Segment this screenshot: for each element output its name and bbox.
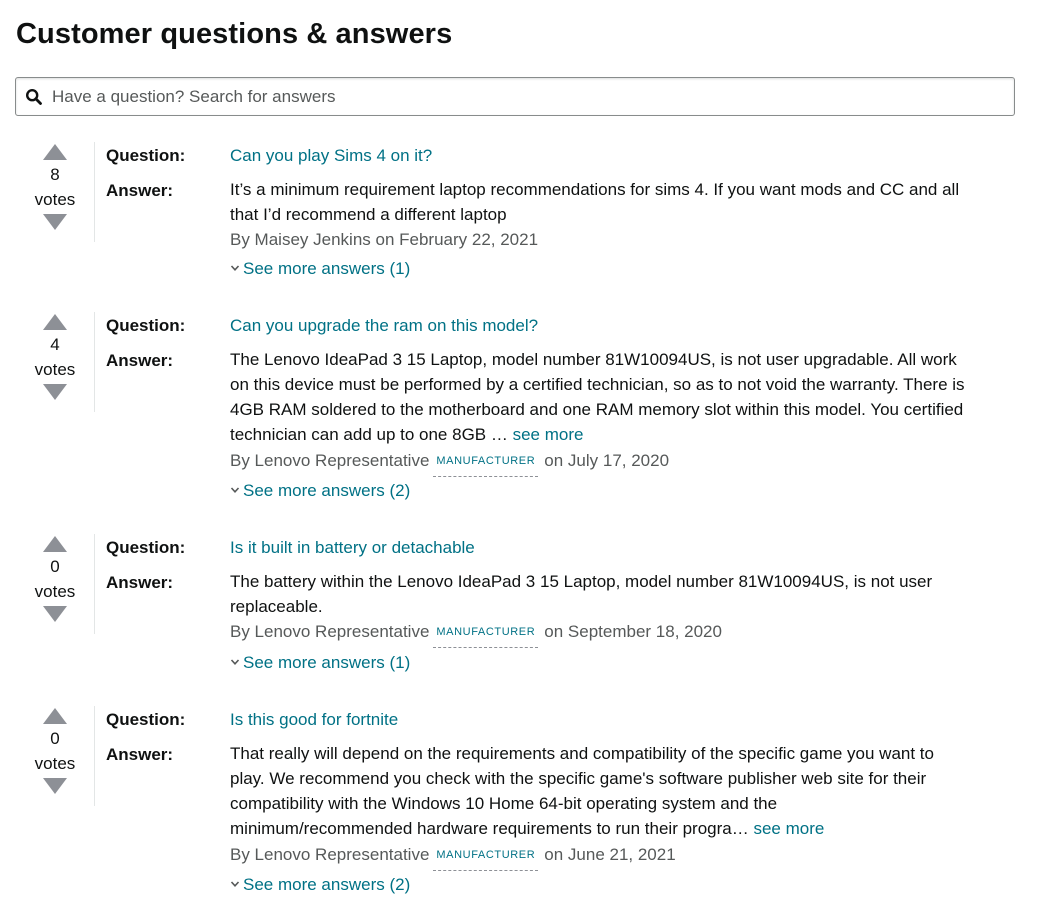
answer-label: Answer: xyxy=(106,573,174,592)
answer-line: compatibility with the Windows 10 Home 6… xyxy=(230,794,778,813)
answer-line: play. We recommend you check with the sp… xyxy=(230,769,927,788)
answer-line: replaceable. xyxy=(230,597,323,616)
question-label: Question: xyxy=(106,538,186,557)
upvote-arrow-icon[interactable] xyxy=(41,534,69,554)
question-link[interactable]: Is this good for fortnite xyxy=(230,710,398,730)
answer-byline: By Maisey Jenkins on February 22, 2021 xyxy=(230,227,538,252)
vote-count: 0 xyxy=(50,729,60,748)
answer-text: It’s a minimum requirement laptop recomm… xyxy=(230,177,1015,227)
see-more-answers-link[interactable]: See more answers (2) xyxy=(230,875,410,895)
chevron-down-icon xyxy=(230,881,240,887)
author-name: By Lenovo Representative xyxy=(230,451,430,470)
see-more-answers-label: See more answers (1) xyxy=(243,653,411,672)
vote-count: 0 xyxy=(50,557,60,576)
answer-line-last: minimum/recommended hardware requirement… xyxy=(230,816,1015,841)
answer-date: on June 21, 2021 xyxy=(544,845,676,864)
see-more-link[interactable]: see more xyxy=(513,425,584,444)
divider xyxy=(94,142,95,242)
question-label: Question: xyxy=(106,316,186,335)
answer-label: Answer: xyxy=(106,181,174,200)
votes-label: votes xyxy=(34,190,76,209)
see-more-answers-label: See more answers (2) xyxy=(243,875,411,894)
question-link[interactable]: Is it built in battery or detachable xyxy=(230,538,475,558)
answer-line: The battery within the Lenovo IdeaPad 3 … xyxy=(230,572,933,591)
votes-label: votes xyxy=(34,360,76,379)
upvote-arrow-icon[interactable] xyxy=(41,706,69,726)
manufacturer-badge[interactable]: MANUFACTURER xyxy=(433,449,539,477)
answer-line: technician can add up to one 8GB … xyxy=(230,425,508,444)
downvote-arrow-icon[interactable] xyxy=(41,776,69,796)
vote-widget: 4 votes xyxy=(30,312,80,402)
answer-byline: By Lenovo Representative MANUFACTURER on J… xyxy=(230,842,676,871)
answer-line: The Lenovo IdeaPad 3 15 Laptop, model nu… xyxy=(230,350,957,369)
answer-line: on this device must be performed by a ce… xyxy=(230,375,965,394)
chevron-down-icon xyxy=(230,659,240,665)
answer-label: Answer: xyxy=(106,745,174,764)
answer-text: The battery within the Lenovo IdeaPad 3 … xyxy=(230,569,1015,619)
manufacturer-badge[interactable]: MANUFACTURER xyxy=(433,620,539,648)
answer-line: 4GB RAM soldered to the motherboard and … xyxy=(230,400,964,419)
question-label: Question: xyxy=(106,146,186,165)
question-link[interactable]: Can you play Sims 4 on it? xyxy=(230,146,432,166)
downvote-arrow-icon[interactable] xyxy=(41,212,69,232)
question-link[interactable]: Can you upgrade the ram on this model? xyxy=(230,316,538,336)
see-more-link[interactable]: see more xyxy=(753,819,824,838)
author-and-date: By Maisey Jenkins on February 22, 2021 xyxy=(230,230,539,249)
search-box[interactable] xyxy=(15,77,1015,116)
downvote-arrow-icon[interactable] xyxy=(41,382,69,402)
answer-line: That really will depend on the requireme… xyxy=(230,744,934,763)
answer-line: It’s a minimum requirement laptop recomm… xyxy=(230,180,960,199)
answer-date: on July 17, 2020 xyxy=(544,451,670,470)
votes-label: votes xyxy=(34,754,76,773)
vote-widget: 0 votes xyxy=(30,534,80,624)
answer-label: Answer: xyxy=(106,351,174,370)
vote-widget: 0 votes xyxy=(30,706,80,796)
vote-count: 4 xyxy=(50,335,60,354)
page-title: Customer questions & answers xyxy=(16,18,453,50)
answer-byline: By Lenovo Representative MANUFACTURER on J… xyxy=(230,448,669,477)
upvote-arrow-icon[interactable] xyxy=(41,142,69,162)
answer-byline: By Lenovo Representative MANUFACTURER on S… xyxy=(230,619,722,648)
see-more-answers-label: See more answers (2) xyxy=(243,481,411,500)
answer-line: that I’d recommend a different laptop xyxy=(230,205,507,224)
see-more-answers-link[interactable]: See more answers (2) xyxy=(230,481,410,501)
author-name: By Lenovo Representative xyxy=(230,845,430,864)
divider xyxy=(94,534,95,634)
vote-widget: 8 votes xyxy=(30,142,80,232)
answer-date: on September 18, 2020 xyxy=(544,622,722,641)
see-more-answers-link[interactable]: See more answers (1) xyxy=(230,259,410,279)
chevron-down-icon xyxy=(230,265,240,271)
divider xyxy=(94,706,95,806)
vote-count: 8 xyxy=(50,165,60,184)
see-more-answers-link[interactable]: See more answers (1) xyxy=(230,653,410,673)
answer-text: That really will depend on the requireme… xyxy=(230,741,1015,841)
manufacturer-badge[interactable]: MANUFACTURER xyxy=(433,843,539,871)
search-input[interactable] xyxy=(52,78,1014,115)
see-more-answers-label: See more answers (1) xyxy=(243,259,411,278)
chevron-down-icon xyxy=(230,487,240,493)
question-label: Question: xyxy=(106,710,186,729)
votes-label: votes xyxy=(34,582,76,601)
upvote-arrow-icon[interactable] xyxy=(41,312,69,332)
search-icon xyxy=(16,78,52,115)
answer-line-last: technician can add up to one 8GB … see m… xyxy=(230,422,1015,447)
downvote-arrow-icon[interactable] xyxy=(41,604,69,624)
author-name: By Lenovo Representative xyxy=(230,622,430,641)
answer-line: minimum/recommended hardware requirement… xyxy=(230,819,749,838)
divider xyxy=(94,312,95,412)
answer-text: The Lenovo IdeaPad 3 15 Laptop, model nu… xyxy=(230,347,1015,447)
